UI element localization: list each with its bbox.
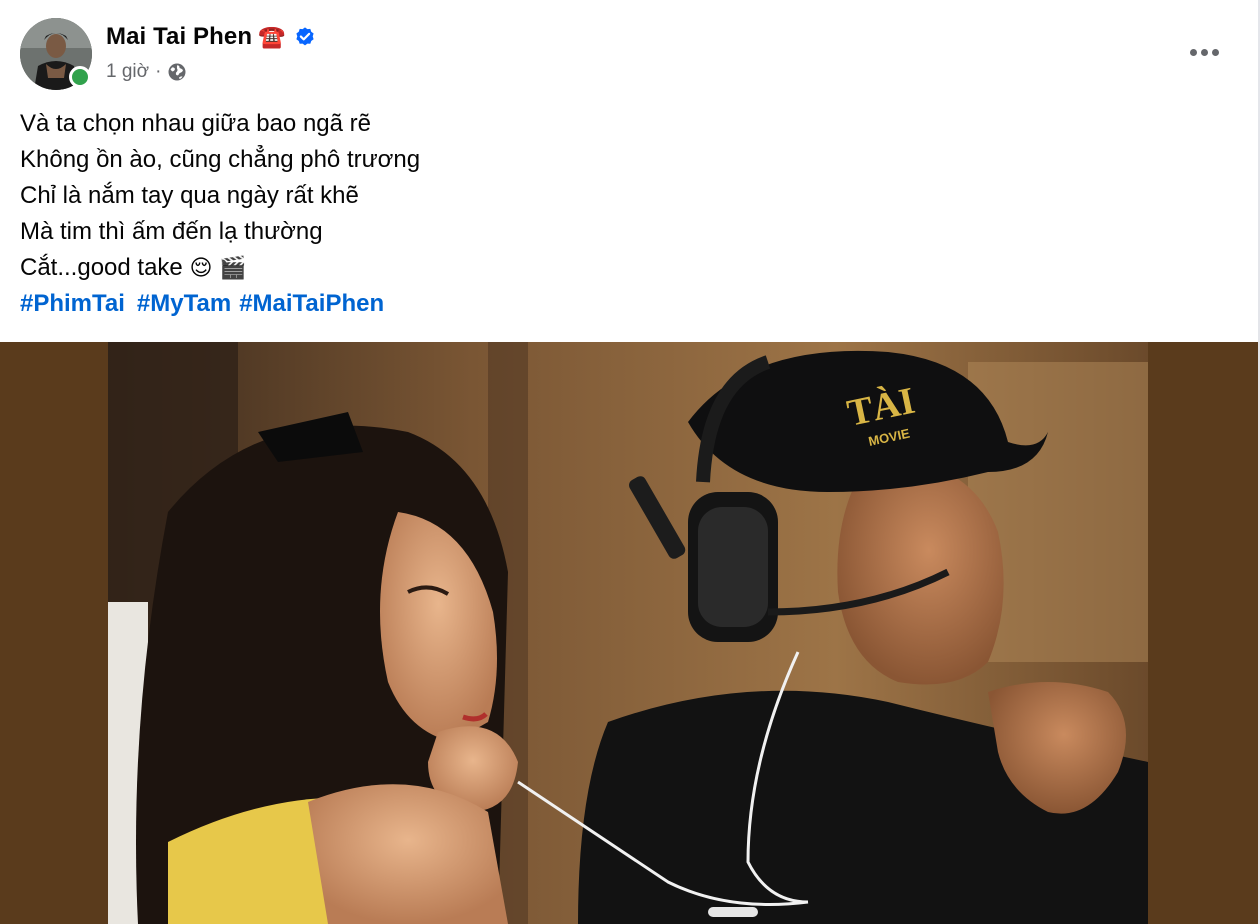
post-header: Mai Tai Phen ☎️ 1 giờ · xyxy=(0,0,1260,100)
post-line: Không ồn ào, cũng chẳng phô trương xyxy=(20,146,421,173)
hashtag-link[interactable]: #PhimTai xyxy=(20,290,125,317)
post-line: Mà tim thì ấm đến lạ thường xyxy=(20,218,323,245)
meta-separator: · xyxy=(155,61,162,82)
more-options-icon-dot xyxy=(1211,48,1219,56)
globe-icon[interactable] xyxy=(167,62,187,82)
online-status-dot xyxy=(69,66,91,88)
post-line: Chỉ là nắm tay qua ngày rất khẽ xyxy=(20,182,359,209)
post-timestamp[interactable]: 1 giờ xyxy=(106,61,149,83)
hashtag-link[interactable]: #MyTam xyxy=(137,290,231,317)
author-name[interactable]: Mai Tai Phen xyxy=(106,23,252,51)
hashtag-link[interactable]: #MaiTaiPhen xyxy=(239,290,384,317)
more-options-icon xyxy=(1189,48,1197,56)
post-photo[interactable]: TÀI MOVIE xyxy=(108,342,1148,924)
hashtags: #PhimTai #MyTam #MaiTaiPhen xyxy=(20,286,1220,322)
post-meta: 1 giờ · xyxy=(106,59,187,85)
clapper-board-emoji-icon: 🎬 xyxy=(219,255,247,280)
photo-illustration: TÀI MOVIE xyxy=(108,342,1148,924)
post-line-last: Cắt...good take 😌 🎬 xyxy=(20,250,1220,286)
post-media[interactable]: TÀI MOVIE xyxy=(0,342,1258,924)
relieved-face-emoji-icon: 😌 xyxy=(189,255,213,280)
post-line: Và ta chọn nhau giữa bao ngã rẽ xyxy=(20,110,371,137)
verified-badge-icon xyxy=(294,26,316,48)
more-options-button[interactable] xyxy=(1180,32,1228,72)
post-line-text: Cắt...good take xyxy=(20,254,190,281)
post-card: Mai Tai Phen ☎️ 1 giờ · Và ta chọn nhau … xyxy=(0,0,1260,924)
telephone-emoji-icon: ☎️ xyxy=(258,24,286,49)
more-options-icon-dot xyxy=(1200,48,1208,56)
author-row: Mai Tai Phen ☎️ xyxy=(106,21,316,53)
post-text: Và ta chọn nhau giữa bao ngã rẽ Không ồn… xyxy=(20,106,1220,322)
